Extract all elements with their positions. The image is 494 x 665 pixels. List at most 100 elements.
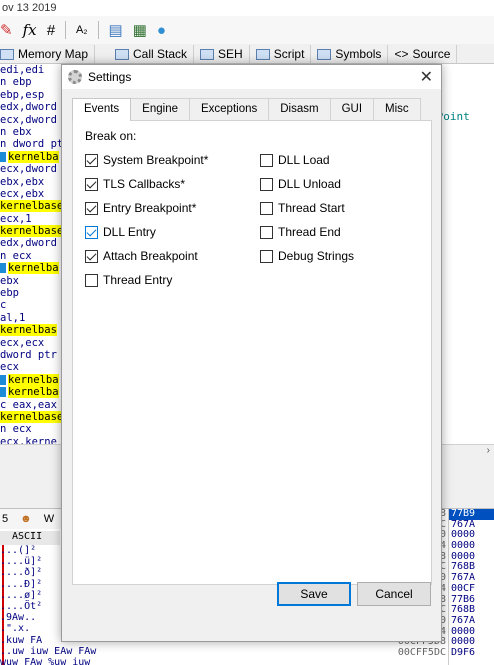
instruction-text: n dword pt: [0, 138, 64, 151]
tab-source[interactable]: <> Source: [388, 45, 458, 63]
dll-unload-option[interactable]: DLL Unload: [260, 176, 341, 192]
option-label: Attach Breakpoint: [103, 249, 198, 263]
system-breakpoint-checkbox[interactable]: [85, 153, 98, 167]
option-label: DLL Entry: [103, 225, 156, 239]
dll-load-checkbox[interactable]: [260, 153, 273, 167]
memory-map-icon: [0, 48, 14, 60]
save-button[interactable]: Save: [277, 582, 351, 606]
tab-call-stack[interactable]: Call Stack: [109, 45, 195, 63]
toolbar-divider: [64, 21, 66, 39]
thread-entry-checkbox[interactable]: [85, 273, 98, 287]
option-label: Thread End: [278, 225, 341, 239]
attach-breakpoint-checkbox[interactable]: [85, 249, 98, 263]
option-label: Thread Start: [278, 201, 345, 215]
tab-label: Symbols: [335, 47, 382, 61]
breakpoint-marker: [0, 263, 6, 274]
dll-entry-option[interactable]: DLL Entry: [85, 224, 156, 240]
symbol-highlight: kernelbase: [0, 200, 64, 213]
toolbar: ✎ fx # A₂ ▤ ▦ ●: [0, 16, 494, 44]
tls-callbacks-option[interactable]: TLS Callbacks*: [85, 176, 185, 192]
ascii-row: ..uw iuw EAw FAw: [0, 645, 97, 657]
instruction-text: ebp: [0, 287, 19, 300]
instruction-text: n ebp: [0, 76, 32, 89]
hash-icon[interactable]: #: [47, 22, 55, 39]
entry-breakpoint-option[interactable]: Entry Breakpoint*: [85, 200, 196, 216]
option-label: DLL Unload: [278, 177, 341, 191]
seh-icon: [200, 48, 215, 60]
settings-dialog: Settings ✕ Events Engine Exceptions Disa…: [61, 64, 442, 642]
brush-icon[interactable]: ✎: [0, 21, 13, 39]
call-stack-icon: [115, 48, 130, 60]
instruction-text: n ecx: [0, 249, 32, 262]
symbol-highlight: kernelbas: [0, 324, 57, 337]
tab-disasm[interactable]: Disasm: [268, 98, 331, 120]
instruction-text: edx,dword: [0, 101, 57, 114]
instruction-text: al,1: [0, 311, 26, 324]
tab-exceptions[interactable]: Exceptions: [188, 98, 270, 120]
close-icon[interactable]: ✕: [420, 67, 433, 87]
watch-icon[interactable]: ☻: [20, 513, 32, 525]
tab-script[interactable]: Script: [250, 45, 312, 63]
stack-value: D9F6: [451, 646, 476, 658]
breakpoint-marker: [0, 374, 6, 385]
stack-address: 00CFF5DC: [397, 646, 446, 658]
instruction-text: c: [0, 299, 7, 312]
instruction-text: dword ptr: [0, 348, 57, 361]
option-label: Debug Strings: [278, 249, 355, 263]
fx-icon[interactable]: fx: [23, 21, 37, 39]
instruction-text: ecx,ecx: [0, 336, 45, 349]
thread-start-checkbox[interactable]: [260, 201, 273, 215]
symbol-highlight: kernelba: [8, 373, 59, 386]
option-label: System Breakpoint*: [103, 153, 209, 167]
tab-label: Script: [273, 47, 305, 61]
tab-events[interactable]: Events: [72, 98, 132, 121]
stack-value: 00CF: [451, 582, 476, 594]
dll-entry-checkbox[interactable]: [85, 225, 98, 239]
system-breakpoint-option[interactable]: System Breakpoint*: [85, 152, 208, 168]
thread-start-option[interactable]: Thread Start: [260, 200, 345, 216]
globe-icon[interactable]: ●: [157, 22, 166, 39]
tab-gui[interactable]: GUI: [329, 98, 375, 120]
instruction-text: ecx,dword: [0, 113, 57, 126]
tab-symbols[interactable]: Symbols: [311, 45, 389, 63]
tab-seh[interactable]: SEH: [194, 45, 250, 63]
debug-strings-checkbox[interactable]: [260, 249, 273, 263]
window-title: ov 13 2019: [0, 0, 494, 16]
toolbar-divider: [97, 21, 99, 39]
ascii-column-header: ASCII: [0, 531, 60, 545]
source-icon: <>: [394, 47, 409, 61]
cancel-button[interactable]: Cancel: [357, 582, 431, 606]
font-icon[interactable]: A₂: [76, 24, 88, 36]
thread-end-option[interactable]: Thread End: [260, 224, 341, 240]
symbol-highlight: kernelbase: [0, 410, 64, 423]
tab-memory-map[interactable]: Memory Map: [0, 45, 96, 63]
breakpoint-marker: [0, 151, 6, 162]
tab-label: Call Stack: [133, 47, 188, 61]
dialog-title: Settings: [88, 70, 132, 84]
entry-breakpoint-checkbox[interactable]: [85, 201, 98, 215]
dump-tab-w[interactable]: W: [44, 513, 54, 525]
tab-label: Source: [412, 47, 451, 61]
debug-strings-option[interactable]: Debug Strings: [260, 248, 354, 264]
symbol-highlight: kernelba: [8, 150, 59, 163]
tab-engine[interactable]: Engine: [130, 98, 190, 120]
script-icon: [255, 48, 270, 60]
thread-entry-option[interactable]: Thread Entry: [85, 272, 172, 288]
thread-end-checkbox[interactable]: [260, 225, 273, 239]
instruction-text: ecx,kerne: [0, 435, 57, 444]
option-label: Entry Breakpoint*: [103, 201, 197, 215]
dll-unload-checkbox[interactable]: [260, 177, 273, 191]
tls-callbacks-checkbox[interactable]: [85, 177, 98, 191]
stack-value: 767A: [451, 614, 476, 626]
scroll-right-icon[interactable]: ›: [487, 445, 490, 456]
tab-misc[interactable]: Misc: [373, 98, 421, 120]
instruction-text: c eax,eax: [0, 398, 57, 411]
settings-tabs: Events Engine Exceptions Disasm GUI Misc: [72, 98, 421, 121]
db-icon[interactable]: ▤: [109, 21, 123, 39]
instruction-text: edx,dword: [0, 237, 57, 250]
dll-load-option[interactable]: DLL Load: [260, 152, 330, 168]
calculator-icon[interactable]: ▦: [133, 21, 147, 39]
attach-breakpoint-option[interactable]: Attach Breakpoint: [85, 248, 198, 264]
option-label: TLS Callbacks*: [103, 177, 186, 191]
dump-tab-5[interactable]: 5: [2, 513, 8, 525]
